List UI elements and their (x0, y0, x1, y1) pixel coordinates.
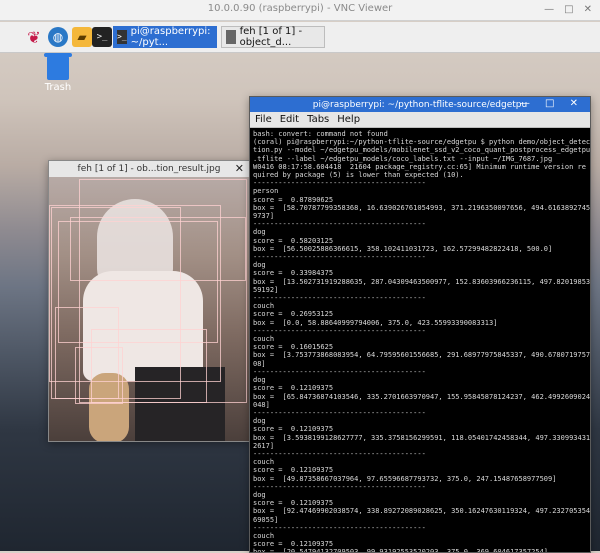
terminal-line: ----------------------------------------… (253, 220, 426, 229)
feh-window[interactable]: feh [1 of 1] - ob...tion_result.jpg ✕ (48, 160, 250, 442)
trash-label: Trash (44, 82, 72, 93)
taskbar-item-terminal[interactable]: >_ pi@raspberrypi: ~/pyt... (113, 26, 217, 48)
globe-icon[interactable]: ◍ (48, 27, 68, 47)
terminal-menubar: File Edit Tabs Help (250, 112, 590, 128)
terminal-line: 9737] (253, 212, 275, 221)
terminal-line: couch (253, 531, 275, 540)
menu-tabs[interactable]: Tabs (307, 114, 329, 125)
terminal-line: ----------------------------------------… (253, 523, 426, 532)
terminal-line: dog (253, 228, 266, 237)
trash-icon (44, 53, 72, 80)
terminal-line: score = 0.12109375 (253, 425, 334, 434)
terminal-line: (coral) pi@raspberrypi:~/python-tflite-s… (253, 138, 590, 147)
terminal-line: 69055] (253, 515, 279, 524)
feh-titlebar[interactable]: feh [1 of 1] - ob...tion_result.jpg ✕ (49, 161, 249, 178)
maximize-icon[interactable]: □ (564, 4, 573, 15)
terminal-line: couch (253, 458, 275, 467)
terminal-line: score = 0.16015625 (253, 343, 334, 352)
terminal-line: ----------------------------------------… (253, 326, 426, 335)
terminal-line: box = [3.753773868083954, 64.79595601556… (253, 351, 590, 360)
terminal-line: box = [3.5938199128627777, 335.375815629… (253, 433, 590, 442)
terminal-line: score = 0.26953125 (253, 310, 334, 319)
taskbar: ❦ ◍ ▰ >_ >_ pi@raspberrypi: ~/pyt... feh… (0, 22, 600, 53)
terminal-line: box = [49.87358667037964, 97.65596687793… (253, 474, 557, 483)
terminal-line: dog (253, 417, 266, 426)
terminal-small-icon: >_ (117, 30, 127, 44)
raspberry-menu-icon[interactable]: ❦ (24, 27, 44, 47)
terminal-line: box = [58.70787799358368, 16.63902676105… (253, 203, 590, 212)
terminal-line: ----------------------------------------… (253, 294, 426, 303)
terminal-output[interactable]: bash: convert: command not found (coral) … (250, 128, 590, 552)
terminal-line: score = 0.12109375 (253, 540, 334, 549)
terminal-icon[interactable]: >_ (92, 27, 112, 47)
terminal-line: quired by package (5) is lower than expe… (253, 171, 464, 180)
vnc-titlebar: 10.0.0.90 (raspberrypi) - VNC Viewer — □… (0, 0, 600, 21)
minimize-icon[interactable]: — (544, 4, 554, 15)
close-icon[interactable]: ✕ (235, 162, 244, 175)
terminal-line: ----------------------------------------… (253, 367, 426, 376)
taskbar-item-feh[interactable]: feh [1 of 1] - object_d... (221, 26, 325, 48)
terminal-line: W0416 08:17:58.604418 21604 package_regi… (253, 162, 586, 171)
terminal-line: dog (253, 261, 266, 270)
terminal-line: box = [0.0, 58.88640999794006, 375.0, 42… (253, 318, 498, 327)
terminal-line: ----------------------------------------… (253, 482, 426, 491)
detection-result-image (49, 177, 249, 441)
vnc-window-controls: — □ ✕ (544, 4, 592, 15)
feh-title: feh [1 of 1] - ob...tion_result.jpg (77, 164, 221, 174)
terminal-line: score = 0.33984375 (253, 269, 334, 278)
terminal-line: score = 0.87890625 (253, 195, 334, 204)
terminal-line: 08] (253, 359, 266, 368)
menu-edit[interactable]: Edit (280, 114, 299, 125)
terminal-line: person (253, 187, 279, 196)
terminal-line: bash: convert: command not found (253, 130, 388, 138)
terminal-line: dog (253, 376, 266, 385)
image-viewer-icon (226, 30, 236, 44)
terminal-line: 048] (253, 400, 270, 409)
terminal-titlebar[interactable]: pi@raspberrypi: ~/python-tflite-source/e… (250, 97, 590, 112)
terminal-line: 59192] (253, 285, 279, 294)
window-controls[interactable]: — □ ✕ (520, 98, 584, 109)
terminal-line: box = [20.54794132709503, 99.93192553520… (253, 548, 587, 552)
close-icon[interactable]: ✕ (584, 4, 592, 15)
menu-help[interactable]: Help (337, 114, 360, 125)
taskbar-item-label: pi@raspberrypi: ~/pyt... (130, 26, 211, 48)
terminal-line: box = [13.502731919288635, 287.043094635… (253, 277, 590, 286)
terminal-line: tion.py --model ~/edgetpu_models/mobilen… (253, 146, 590, 155)
terminal-line: ----------------------------------------… (253, 179, 426, 188)
terminal-line: box = [92.47469902038574, 338.8927208902… (253, 507, 590, 516)
vnc-title: 10.0.0.90 (raspberrypi) - VNC Viewer (207, 3, 393, 14)
terminal-line: box = [56.50025886366615, 358.1024110317… (253, 244, 553, 253)
folder-icon[interactable]: ▰ (72, 27, 92, 47)
taskbar-item-label: feh [1 of 1] - object_d... (239, 26, 303, 48)
terminal-line: ----------------------------------------… (253, 253, 426, 262)
menu-file[interactable]: File (255, 114, 272, 125)
terminal-line: score = 0.12109375 (253, 499, 334, 508)
terminal-line: ----------------------------------------… (253, 408, 426, 417)
terminal-line: score = 0.58203125 (253, 236, 334, 245)
terminal-line: ----------------------------------------… (253, 449, 426, 458)
terminal-window[interactable]: pi@raspberrypi: ~/python-tflite-source/e… (249, 96, 591, 553)
terminal-line: 2617] (253, 441, 275, 450)
terminal-line: dog (253, 490, 266, 499)
terminal-line: score = 0.12109375 (253, 466, 334, 475)
terminal-line: score = 0.12109375 (253, 384, 334, 393)
terminal-line: couch (253, 302, 275, 311)
desktop-trash[interactable]: Trash (38, 53, 78, 93)
terminal-title: pi@raspberrypi: ~/python-tflite-source/e… (312, 99, 528, 110)
terminal-line: box = [65.84736874103546, 335.2701663970… (253, 392, 590, 401)
bounding-box (58, 221, 218, 343)
terminal-line: couch (253, 335, 275, 344)
terminal-line: .tflite --label ~/edgetpu_models/coco_la… (253, 154, 553, 163)
